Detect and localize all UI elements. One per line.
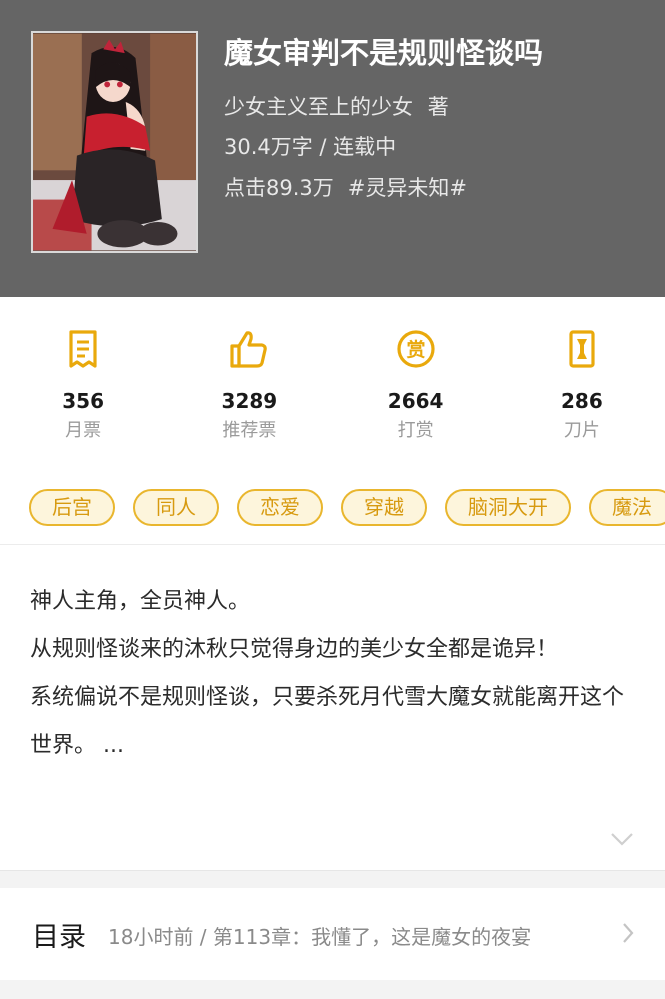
tag-chip[interactable]: 后宫 (29, 489, 115, 526)
svg-text:赏: 赏 (406, 338, 425, 361)
monthly-ticket-icon (63, 327, 103, 371)
blade-icon (562, 327, 602, 371)
reward-coin-icon: 赏 (396, 327, 436, 371)
tag-list: 后宫 同人 恋爱 穿越 脑洞大开 魔法 (29, 489, 665, 527)
stat-label: 月票 (65, 420, 102, 441)
clicks-genre-line: 点击89.3万 #灵异未知# (224, 172, 467, 202)
stat-reward[interactable]: 赏 2664 打赏 (333, 297, 499, 467)
stat-value: 3289 (221, 389, 278, 413)
description-line: 神人主角，全员神人。 (30, 589, 251, 614)
stat-label: 刀片 (563, 420, 600, 441)
genre-tag[interactable]: #灵异未知# (348, 176, 467, 200)
thumbs-up-icon (229, 327, 269, 371)
table-of-contents-row[interactable]: 目录 18小时前 / 第113章：我懂了，这是魔女的夜宴 (0, 888, 665, 980)
description-line: 从规则怪谈来的沐秋只觉得身边的美少女全都是诡异！ (30, 637, 559, 662)
stats-bar: 356 月票 3289 推荐票 赏 2664 打赏 286 刀片 (0, 297, 665, 467)
tag-chip[interactable]: 脑洞大开 (445, 489, 571, 526)
click-count: 点击89.3万 (224, 176, 334, 200)
tag-chip[interactable]: 穿越 (341, 489, 427, 526)
book-description[interactable]: 神人主角，全员神人。 从规则怪谈来的沐秋只觉得身边的美少女全都是诡异！ 系统偏说… (30, 578, 640, 770)
stat-value: 356 (62, 389, 104, 413)
stat-recommend[interactable]: 3289 推荐票 (166, 297, 332, 467)
stat-blade[interactable]: 286 刀片 (499, 297, 665, 467)
latest-chapter: 18小时前 / 第113章：我懂了，这是魔女的夜宴 (108, 925, 532, 949)
word-count-status: 30.4万字 / 连载中 (224, 135, 397, 159)
anime-girl-cover (33, 33, 196, 251)
chevron-down-icon[interactable] (609, 830, 635, 848)
book-cover-image[interactable] (31, 31, 198, 253)
stat-label: 打赏 (397, 420, 434, 441)
book-title: 魔女审判不是规则怪谈吗 (224, 36, 544, 70)
tag-chip[interactable]: 恋爱 (237, 489, 323, 526)
divider (0, 544, 665, 545)
stat-label: 推荐票 (222, 420, 277, 441)
description-line: 系统偏说不是规则怪谈，只要杀死月代雪大魔女就能离开这个世界。 ... (30, 685, 625, 758)
toc-label: 目录 (32, 922, 86, 953)
tag-chip[interactable]: 同人 (133, 489, 219, 526)
stat-value: 2664 (387, 389, 444, 413)
author-suffix: 著 (427, 95, 449, 119)
tag-chip[interactable]: 魔法 (589, 489, 665, 526)
book-header: 魔女审判不是规则怪谈吗 少女主义至上的少女 著 30.4万字 / 连载中 点击8… (0, 0, 665, 297)
section-gap (0, 870, 665, 888)
stat-value: 286 (561, 389, 603, 413)
stat-monthly-ticket[interactable]: 356 月票 (0, 297, 166, 467)
author-name[interactable]: 少女主义至上的少女 (224, 95, 413, 119)
chevron-right-icon (621, 921, 635, 945)
author-line[interactable]: 少女主义至上的少女 著 (224, 91, 449, 121)
section-gap (0, 980, 665, 999)
